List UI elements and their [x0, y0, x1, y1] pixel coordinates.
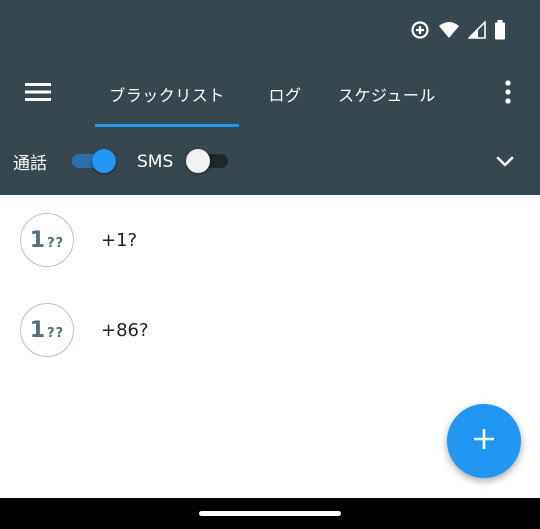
- switch-thumb: [186, 149, 210, 173]
- tab-schedule[interactable]: スケジュール: [331, 60, 443, 128]
- tab-label: スケジュール: [338, 86, 436, 105]
- list-item[interactable]: 1 ?? +86?: [0, 285, 540, 375]
- tab-blacklist[interactable]: ブラックリスト: [95, 60, 239, 128]
- number-avatar: 1 ??: [20, 213, 74, 267]
- wifi-icon: [438, 21, 460, 39]
- avatar-digit: 1: [29, 317, 46, 343]
- add-button[interactable]: [447, 404, 521, 478]
- battery-icon: [494, 20, 506, 40]
- screen: ブラックリスト ログ スケジュール 通話 SMS 1 ?? +1? 1 ?? +…: [0, 0, 540, 529]
- expand-button[interactable]: [488, 145, 522, 179]
- home-gesture-handle[interactable]: [199, 511, 341, 516]
- phone-number: +1?: [101, 229, 138, 251]
- hamburger-menu-icon: [25, 82, 51, 106]
- overflow-menu-button[interactable]: [490, 74, 526, 114]
- tab-bar: ブラックリスト ログ スケジュール: [95, 60, 443, 128]
- filter-toggle-row: 通話 SMS: [0, 128, 540, 195]
- tab-log[interactable]: ログ: [239, 60, 331, 128]
- avatar-wildcard: ??: [47, 235, 65, 251]
- plus-icon: [473, 428, 495, 454]
- menu-button[interactable]: [18, 74, 58, 114]
- sms-filter-label: SMS: [137, 151, 174, 172]
- blacklist: 1 ?? +1? 1 ?? +86?: [0, 195, 540, 375]
- call-filter-label: 通話: [13, 154, 47, 174]
- chevron-down-icon: [496, 153, 514, 172]
- app-bar: ブラックリスト ログ スケジュール: [0, 60, 540, 128]
- list-item[interactable]: 1 ?? +1?: [0, 195, 540, 285]
- data-saver-icon: [410, 20, 430, 40]
- tab-label: ブラックリスト: [109, 86, 225, 105]
- sms-filter-switch[interactable]: [186, 149, 228, 173]
- more-vertical-icon: [504, 80, 512, 108]
- cellular-signal-icon: [468, 21, 486, 39]
- phone-number: +86?: [101, 319, 149, 341]
- switch-thumb: [92, 149, 116, 173]
- avatar-digit: 1: [29, 227, 46, 253]
- number-avatar: 1 ??: [20, 303, 74, 357]
- call-filter-switch[interactable]: [72, 149, 116, 173]
- avatar-wildcard: ??: [47, 325, 65, 341]
- navigation-bar: [0, 498, 540, 529]
- status-bar: [0, 0, 540, 60]
- tab-label: ログ: [268, 86, 302, 105]
- status-icons: [410, 20, 506, 40]
- selected-tab-indicator: [95, 124, 239, 127]
